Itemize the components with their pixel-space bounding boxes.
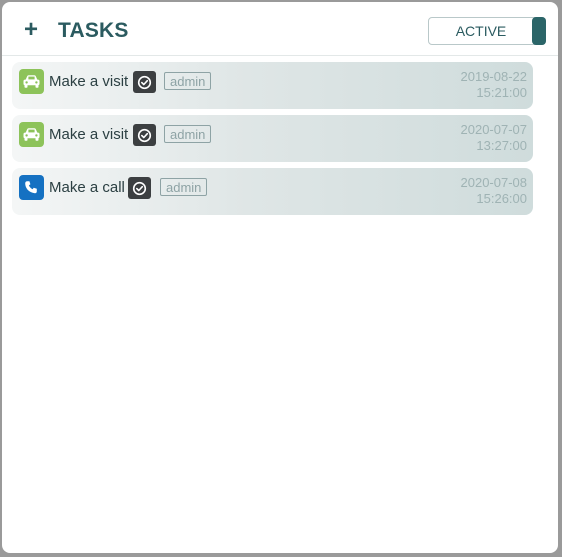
toggle-label: ACTIVE — [455, 23, 507, 39]
check-circle-icon[interactable] — [133, 71, 156, 93]
task-row[interactable]: Make a call admin 2020-07-08 15:26:00 — [12, 168, 533, 215]
task-datetime: 2020-07-08 15:26:00 — [461, 175, 528, 207]
add-task-button[interactable]: + — [20, 18, 42, 42]
task-time: 15:26:00 — [476, 191, 527, 206]
toggle-knob[interactable] — [532, 17, 546, 45]
task-name: Make a visit — [49, 73, 129, 90]
task-name: Make a call — [49, 179, 125, 196]
owner-badge: admin — [164, 125, 212, 143]
task-list: Make a visit admin 2019-08-22 15:21:00 M… — [12, 62, 533, 221]
task-row[interactable]: Make a visit admin 2020-07-07 13:27:00 — [12, 115, 533, 162]
task-row[interactable]: Make a visit admin 2019-08-22 15:21:00 — [12, 62, 533, 109]
car-icon — [19, 69, 44, 94]
owner-badge: admin — [160, 178, 208, 196]
owner-badge: admin — [164, 72, 212, 90]
task-date: 2020-07-08 — [460, 175, 528, 190]
active-filter-toggle[interactable]: ACTIVE — [428, 17, 546, 45]
plus-icon: + — [23, 16, 38, 43]
tasks-panel: + TASKS ACTIVE Make a visit admin 2019-0… — [2, 2, 558, 553]
task-datetime: 2020-07-07 13:27:00 — [461, 122, 528, 154]
car-icon — [19, 122, 44, 147]
task-time: 13:27:00 — [476, 138, 527, 153]
task-name: Make a visit — [49, 126, 129, 143]
check-circle-icon[interactable] — [133, 124, 156, 146]
task-date: 2020-07-07 — [460, 122, 528, 137]
task-date: 2019-08-22 — [460, 69, 528, 84]
phone-icon — [19, 175, 44, 200]
task-datetime: 2019-08-22 15:21:00 — [461, 69, 528, 101]
panel-title: TASKS — [58, 19, 129, 42]
task-time: 15:21:00 — [476, 85, 527, 100]
check-circle-icon[interactable] — [128, 177, 151, 199]
tasks-header: + TASKS ACTIVE — [2, 2, 558, 56]
